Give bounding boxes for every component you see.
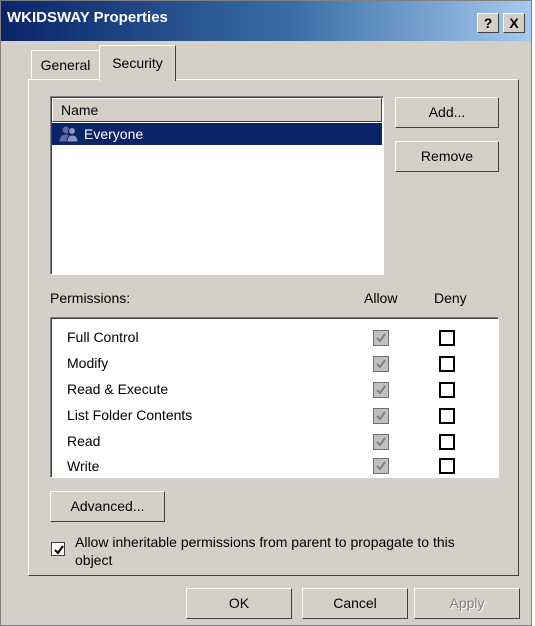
apply-button[interactable]: Apply	[414, 588, 520, 619]
security-tab-panel: Name Everyone Add... Remove Permissions:…	[28, 79, 519, 576]
permission-row: Full Control	[51, 326, 496, 352]
tab-security-label: Security	[112, 55, 163, 71]
permission-name: List Folder Contents	[67, 407, 193, 423]
cancel-button[interactable]: Cancel	[302, 588, 408, 619]
allow-checkbox	[373, 382, 389, 398]
name-column-header[interactable]: Name	[52, 98, 382, 122]
tab-general-label: General	[40, 57, 91, 73]
allow-checkbox	[373, 434, 389, 450]
tab-general[interactable]: General	[31, 50, 100, 81]
title-bar[interactable]: WKIDSWAY Properties ? X	[1, 1, 531, 41]
permission-name: Write	[67, 458, 100, 474]
deny-checkbox[interactable]	[439, 382, 455, 398]
permission-name: Full Control	[67, 329, 139, 345]
allow-checkbox	[373, 408, 389, 424]
list-item-label: Everyone	[84, 126, 144, 142]
permissions-list[interactable]: Full Control Modify Read & Execute List …	[50, 317, 499, 478]
deny-checkbox[interactable]	[439, 458, 455, 474]
ok-button[interactable]: OK	[186, 588, 292, 619]
allow-checkbox	[373, 330, 389, 346]
name-column-label: Name	[61, 102, 99, 118]
add-button[interactable]: Add...	[395, 97, 499, 128]
deny-checkbox[interactable]	[439, 356, 455, 372]
help-button[interactable]: ?	[477, 13, 499, 33]
deny-checkbox[interactable]	[439, 330, 455, 346]
names-listbox[interactable]: Name Everyone	[50, 96, 384, 275]
permission-name: Modify	[67, 355, 109, 371]
list-item-everyone[interactable]: Everyone	[52, 123, 382, 145]
allow-checkbox	[373, 458, 389, 474]
inherit-label-line1[interactable]: Allow inheritable permissions from paren…	[75, 534, 455, 550]
inherit-checkbox[interactable]	[51, 542, 65, 556]
deny-checkbox[interactable]	[439, 408, 455, 424]
permission-row: Write	[51, 456, 496, 476]
inherit-label-line2[interactable]: object	[75, 552, 112, 568]
window-title: WKIDSWAY Properties	[7, 9, 168, 26]
deny-checkbox[interactable]	[439, 434, 455, 450]
deny-column-label: Deny	[434, 290, 467, 306]
close-button[interactable]: X	[503, 13, 525, 33]
permission-row: Read	[51, 430, 496, 456]
remove-button[interactable]: Remove	[395, 141, 499, 172]
group-icon	[58, 125, 80, 143]
permission-row: Read & Execute	[51, 378, 496, 404]
permission-row: List Folder Contents	[51, 404, 496, 430]
allow-column-label: Allow	[364, 290, 398, 306]
tab-security[interactable]: Security	[99, 45, 176, 81]
permissions-label: Permissions:	[50, 290, 131, 306]
advanced-button[interactable]: Advanced...	[50, 491, 165, 522]
permission-name: Read	[67, 433, 101, 449]
permission-row: Modify	[51, 352, 496, 378]
permission-name: Read & Execute	[67, 381, 169, 397]
allow-checkbox	[373, 356, 389, 372]
